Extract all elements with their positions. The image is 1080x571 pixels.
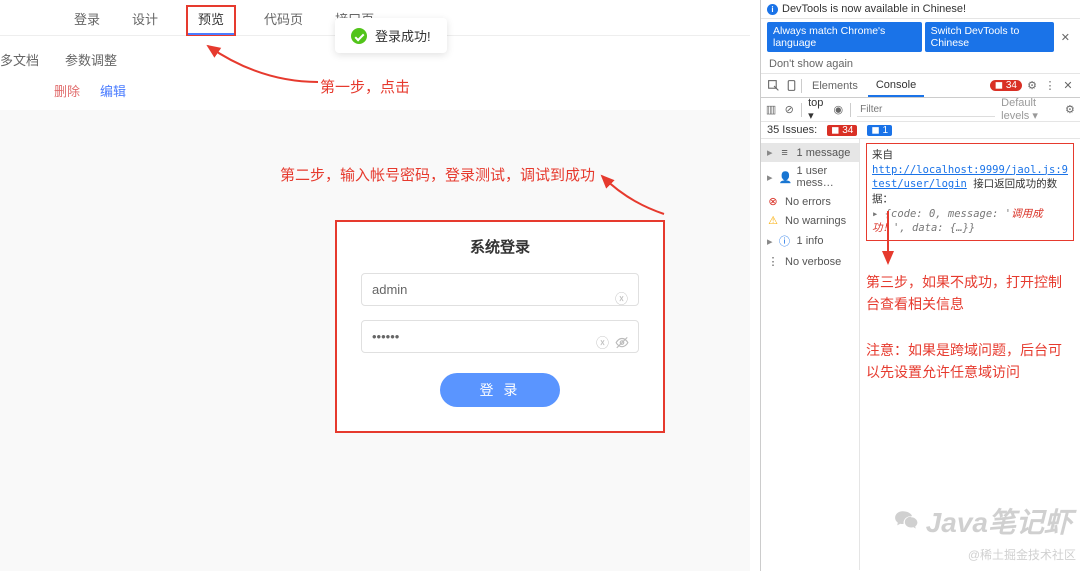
login-title: 系统登录 [361, 236, 639, 257]
console-path-link[interactable]: test/user/login [872, 178, 967, 190]
separator [801, 103, 802, 117]
levels-dropdown[interactable]: Default levels ▾ [1001, 97, 1058, 122]
console-toolbar: ▥ ⊘ top ▾ ◉ Default levels ▾ ⚙ [761, 98, 1080, 122]
clear-icon[interactable]: ⓧ [596, 332, 609, 351]
arrow-step3 [878, 211, 898, 271]
edit-link[interactable]: 编辑 [100, 81, 126, 100]
sidebar-verbose[interactable]: ⋮No verbose [761, 252, 859, 271]
toast-text: 登录成功! [375, 26, 431, 45]
more-docs-link[interactable]: 多文档 [0, 50, 39, 69]
username-input[interactable] [361, 273, 639, 306]
clear-console-icon[interactable]: ⊘ [783, 102, 795, 118]
tab-design[interactable]: 设计 [128, 5, 162, 36]
issues-red-count: ◼ 34 [827, 125, 857, 136]
login-button[interactable]: 登 录 [440, 373, 560, 407]
sidebar-info[interactable]: ▸ⓘ1 info [761, 230, 859, 252]
switch-lang-button[interactable]: Switch DevTools to Chinese [925, 22, 1054, 52]
dont-show-again[interactable]: Don't show again [761, 55, 1080, 74]
tab-preview[interactable]: 预览 [186, 5, 236, 36]
error-badge[interactable]: ◼ 34 [990, 80, 1022, 91]
param-adjust-link[interactable]: 参数调整 [65, 50, 117, 69]
watermark-main: Java笔记虾 [892, 501, 1072, 541]
inspect-icon[interactable] [765, 78, 781, 94]
separator [801, 79, 802, 93]
sidebar-errors[interactable]: ⊗No errors [761, 192, 859, 211]
console-from-label: 来自 [872, 149, 893, 161]
annotation-step3b: 注意：如果是跨域问题，后台可以先设置允许任意域访问 [866, 339, 1074, 384]
arrow-step2 [598, 172, 668, 222]
devtools-lang-buttons: Always match Chrome's language Switch De… [761, 19, 1080, 55]
close-devtools-icon[interactable]: ✕ [1060, 78, 1076, 94]
app-area: 登录 设计 预览 代码页 接口页 登录成功! 多文档 参数调整 删除 编辑 第一… [0, 0, 750, 571]
issues-blue-count: ◼ 1 [867, 125, 892, 136]
delete-link[interactable]: 删除 [54, 81, 80, 100]
devtools-tabs: Elements Console ◼ 34 ⚙ ⋮ ✕ [761, 74, 1080, 98]
banner-text: DevTools is now available in Chinese! [782, 3, 966, 15]
gear-icon[interactable]: ⚙ [1024, 78, 1040, 94]
gear-icon[interactable]: ⚙ [1064, 102, 1076, 118]
arrow-step1 [200, 40, 320, 90]
success-toast: 登录成功! [335, 18, 447, 53]
sidebar-messages[interactable]: ▸≡1 message [761, 143, 859, 162]
console-tab[interactable]: Console [868, 75, 924, 97]
issues-label: 35 Issues: [767, 124, 817, 136]
check-icon [351, 28, 367, 44]
info-icon: i [767, 4, 778, 15]
filter-input[interactable] [857, 103, 995, 117]
elements-tab[interactable]: Elements [804, 76, 866, 96]
device-icon[interactable] [783, 78, 799, 94]
sidebar-warnings[interactable]: ⚠No warnings [761, 211, 859, 230]
console-source-link[interactable]: http://localhost:9999/jaol.js:9 [872, 164, 1068, 176]
wechat-icon [892, 508, 922, 541]
separator [850, 103, 851, 117]
devtools-banner: i DevTools is now available in Chinese! [761, 0, 1080, 19]
console-sidebar: ▸≡1 message ▸👤1 user mess… ⊗No errors ⚠N… [761, 139, 860, 570]
password-wrap: ⓧ [361, 320, 639, 367]
username-wrap: ⓧ [361, 273, 639, 320]
eye-icon[interactable] [615, 335, 629, 349]
annotation-step3a: 第三步，如果不成功，打开控制台查看相关信息 [866, 271, 1074, 316]
context-selector[interactable]: top ▾ [808, 97, 826, 122]
match-lang-button[interactable]: Always match Chrome's language [767, 22, 922, 52]
annotation-step1: 第一步，点击 [320, 76, 410, 97]
more-icon[interactable]: ⋮ [1042, 78, 1058, 94]
devtools-panel: i DevTools is now available in Chinese! … [760, 0, 1080, 571]
sidebar-user-messages[interactable]: ▸👤1 user mess… [761, 162, 859, 192]
tab-code[interactable]: 代码页 [260, 5, 307, 36]
eye-icon[interactable]: ◉ [832, 102, 844, 118]
console-object[interactable]: ▸ {code: 0, message: '调用成功！', data: {…}} [872, 207, 1068, 236]
clear-icon[interactable]: ⓧ [615, 288, 629, 302]
tab-login[interactable]: 登录 [70, 5, 104, 36]
issues-bar[interactable]: 35 Issues: ◼ 34 ◼ 1 [761, 122, 1080, 139]
close-icon[interactable]: ✕ [1057, 31, 1074, 44]
annotation-step2: 第二步，输入帐号密码，登录测试，调试到成功 [280, 164, 595, 185]
login-card: 系统登录 ⓧ ⓧ 登 录 [335, 220, 665, 433]
sidebar-toggle-icon[interactable]: ▥ [765, 102, 777, 118]
watermark-sub: @稀土掘金技术社区 [968, 546, 1076, 563]
